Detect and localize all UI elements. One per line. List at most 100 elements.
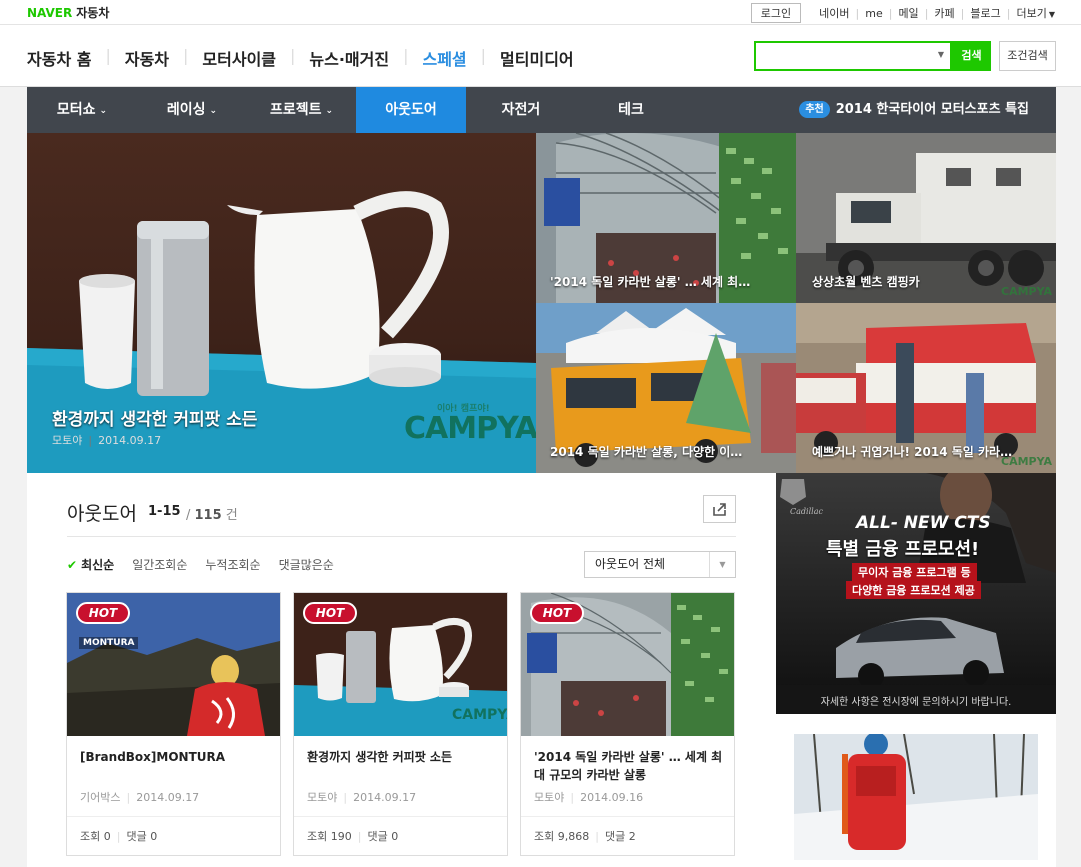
check-icon: ✔ [67, 558, 78, 572]
article-card[interactable]: HOT '2014 독일 카라반 살롱' … 세계 최대 규모의 카라반 살롱 … [520, 592, 735, 856]
divider: | [357, 830, 362, 843]
divider: | [855, 6, 860, 20]
article-list-section: 아웃도어 1-15 / 115 건 ✔ 최신순 일간조회순 누적조회순 댓글많은순… [27, 473, 776, 867]
hero-tile-3-title[interactable]: 2014 독일 카라반 살롱, 다양한 이… [550, 443, 742, 460]
sort-options: ✔ 최신순 일간조회순 누적조회순 댓글많은순 [67, 556, 352, 573]
tab-motorshow[interactable]: 모터쇼 ⌄ [27, 87, 137, 133]
recommend-link[interactable]: 추천 2014 한국타이어 모터스포츠 특집 [799, 87, 1029, 133]
advanced-search-button[interactable]: 조건검색 [999, 41, 1056, 71]
hero-tile-2-title[interactable]: 상상초월 벤츠 캠핑카 [812, 273, 920, 290]
hero-tile-4-title[interactable]: 예쁘거나 귀엽거나! 2014 독일 카라… [812, 443, 1012, 460]
share-icon [713, 503, 726, 516]
search-button[interactable]: 검색 [952, 41, 991, 71]
hero-main[interactable]: 이아! 캠프야! CAMPYA 환경까지 생각한 커피팟 소든 모토야 | 2014… [27, 133, 536, 473]
views-label: 조회 [534, 830, 555, 843]
chevron-down-icon[interactable]: ⌄ [325, 106, 333, 116]
tab-bicycle[interactable]: 자전거 [466, 87, 576, 133]
caret-down-icon[interactable]: ▼ [1049, 10, 1055, 19]
sort-total-views[interactable]: 누적조회순 [205, 556, 260, 573]
link-blog[interactable]: 블로그 [970, 5, 1000, 21]
hero-main-date: 2014.09.17 [98, 434, 162, 447]
article-thumbnail[interactable]: HOT [521, 593, 734, 736]
filter-value[interactable]: 아웃도어 전체 [595, 557, 665, 571]
category-filter-select[interactable]: 아웃도어 전체 ▼ [584, 551, 736, 578]
comments-count: 0 [391, 830, 399, 843]
divider: | [116, 830, 121, 843]
tab-project[interactable]: 프로젝트 ⌄ [247, 87, 356, 133]
login-button[interactable]: 로그인 [750, 3, 802, 23]
article-title[interactable]: [BrandBox]MONTURA [80, 748, 270, 766]
gnb-item-multimedia[interactable]: 멀티미디어 [500, 46, 574, 70]
side-promo-image[interactable] [776, 714, 1056, 867]
hero-tile-1-title[interactable]: '2014 독일 카라반 살롱' … 세계 최… [550, 273, 750, 290]
article-title[interactable]: '2014 독일 카라반 살롱' … 세계 최대 규모의 카라반 살롱 [534, 748, 724, 784]
link-naver[interactable]: 네이버 [819, 5, 849, 21]
sort-label[interactable]: 최신순 [81, 558, 114, 572]
gnb-item-special[interactable]: 스페셜 [422, 46, 466, 70]
tab-label[interactable]: 모터쇼 [57, 102, 96, 118]
total-unit: 건 [225, 508, 238, 523]
search-input[interactable] [756, 43, 926, 69]
hot-badge: HOT [303, 602, 357, 624]
sort-latest[interactable]: ✔ 최신순 [67, 556, 114, 573]
tab-label[interactable]: 자전거 [502, 102, 541, 118]
link-mail[interactable]: 메일 [898, 5, 918, 21]
article-meta: 모토야 | 2014.09.17 [307, 789, 416, 805]
chevron-down-icon[interactable]: ⌄ [210, 106, 218, 116]
dropdown-arrow-icon[interactable]: ▼ [709, 552, 735, 577]
link-more[interactable]: 더보기 ▼ [1016, 5, 1055, 21]
article-date: 2014.09.17 [353, 791, 417, 804]
link-cafe[interactable]: 카페 [934, 5, 954, 21]
link-me[interactable]: me [865, 7, 882, 20]
divider: | [480, 46, 487, 65]
sort-most-comments[interactable]: 댓글많은순 [279, 556, 334, 573]
divider [521, 816, 734, 817]
gnb-item-car[interactable]: 자동차 [125, 46, 169, 70]
hero-tile-3[interactable]: 2014 독일 카라반 살롱, 다양한 이… [536, 303, 796, 473]
logo-section[interactable]: 자동차 [76, 6, 109, 20]
views-label: 조회 [307, 830, 328, 843]
article-card[interactable]: MONTURA HOT [BrandBox]MONTURA 기어박스 | 2014.… [66, 592, 281, 856]
hero-tile-1[interactable]: '2014 독일 카라반 살롱' … 세계 최… [536, 133, 796, 303]
utility-links: 로그인 네이버 | me | 메일 | 카페 | 블로그 | 더보기 ▼ [750, 3, 1061, 23]
ad-footnote: 자세한 사항은 전시장에 문의하시기 바랍니다. [820, 697, 1012, 708]
dropdown-arrow-icon[interactable]: ▼ [938, 50, 944, 59]
advertisement-banner[interactable]: Cadillac ALL- NEW CTS 특별 금융 프로모션! 무이자 금융… [776, 473, 1056, 714]
tab-outdoor[interactable]: 아웃도어 [356, 87, 466, 133]
page: NAVER 자동차 로그인 네이버 | me | 메일 | 카페 | 블로그 | 더보기 ▼ … [0, 0, 1081, 867]
divider: | [595, 830, 599, 843]
sort-daily-views[interactable]: 일간조회순 [132, 556, 187, 573]
ad-brand: Cadillac [790, 507, 823, 516]
article-card[interactable]: CAMPYA HOT 환경까지 생각한 커피팟 소든 모토야 | 2014.09.1… [293, 592, 508, 856]
divider [294, 816, 507, 817]
recommend-text[interactable]: 2014 한국타이어 모터스포츠 특집 [836, 102, 1029, 117]
tab-label[interactable]: 레이싱 [167, 102, 206, 118]
article-thumbnail[interactable]: MONTURA HOT [67, 593, 280, 736]
tab-racing[interactable]: 레이싱 ⌄ [137, 87, 247, 133]
comments-count: 0 [150, 830, 158, 843]
hero-tile-4[interactable]: 예쁘거나 귀엽거나! 2014 독일 카라… CAMPYA [796, 303, 1056, 473]
watermark-campya: CAMPYA [1001, 285, 1053, 298]
tab-tech[interactable]: 테크 [576, 87, 686, 133]
naver-logo[interactable]: NAVER 자동차 [27, 4, 109, 21]
watermark-campya: CAMPYA [404, 411, 536, 446]
gnb-item-home[interactable]: 자동차 홈 [27, 46, 91, 70]
divider: | [960, 6, 965, 20]
share-button[interactable] [703, 495, 736, 523]
tab-label[interactable]: 아웃도어 [385, 102, 437, 118]
comments-label: 댓글 [604, 830, 626, 843]
hero-main-title[interactable]: 환경까지 생각한 커피팟 소든 [52, 405, 257, 430]
comments-count: 2 [628, 830, 636, 843]
more-label[interactable]: 더보기 [1016, 7, 1046, 20]
tab-label[interactable]: 프로젝트 [270, 102, 322, 118]
article-title[interactable]: 환경까지 생각한 커피팟 소든 [307, 748, 497, 766]
gnb-item-motorcycle[interactable]: 모터사이클 [202, 46, 276, 70]
chevron-down-icon[interactable]: ⌄ [100, 106, 108, 116]
divider: | [924, 6, 929, 20]
gnb-item-news[interactable]: 뉴스·매거진 [309, 46, 389, 70]
article-thumbnail[interactable]: CAMPYA HOT [294, 593, 507, 736]
tab-label[interactable]: 테크 [618, 102, 644, 118]
logo-brand[interactable]: NAVER [27, 6, 72, 20]
hero-tile-2[interactable]: 상상초월 벤츠 캠핑카 CAMPYA [796, 133, 1056, 303]
recommend-badge[interactable]: 추천 [799, 101, 830, 118]
